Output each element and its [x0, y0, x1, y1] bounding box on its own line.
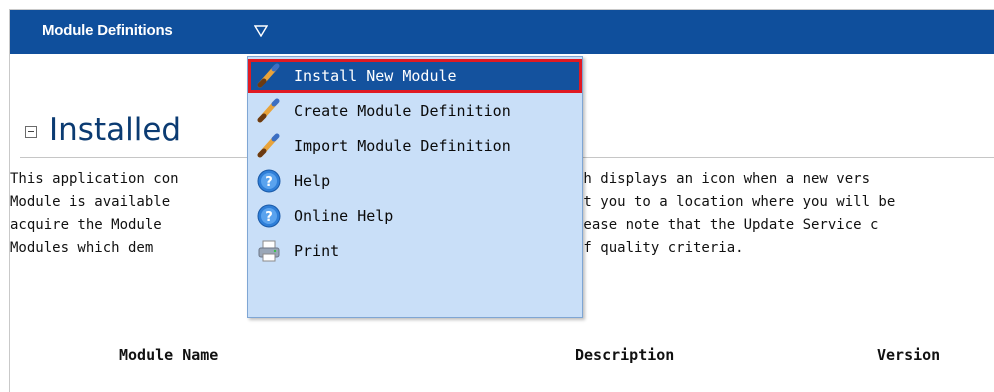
module-title[interactable]: Module Definitions	[42, 22, 173, 39]
column-header-description[interactable]: Description	[575, 346, 674, 364]
svg-text:?: ?	[265, 175, 273, 190]
menu-item-online-help[interactable]: ? Online Help	[248, 199, 582, 233]
description-line: acquire the Module	[10, 217, 162, 233]
description-line: of quality criteria.	[575, 240, 744, 256]
menu-item-label: Import Module Definition	[294, 137, 511, 155]
pencil-icon	[257, 133, 280, 158]
menu-item-import-module-definition[interactable]: Import Module Definition	[248, 129, 582, 163]
description-line: lease note that the Update Service c	[575, 217, 879, 233]
menu-item-help[interactable]: ? Help	[248, 164, 582, 198]
menu-item-label: Install New Module	[294, 67, 457, 85]
menu-item-label: Create Module Definition	[294, 102, 511, 120]
pencil-icon	[257, 98, 280, 123]
printer-icon	[258, 240, 280, 262]
description-line: This application con	[10, 171, 179, 187]
menu-item-print[interactable]: Print	[248, 234, 582, 268]
description-line: Module is available	[10, 194, 171, 210]
module-definitions-panel: Module Definitions Installed This applic…	[9, 9, 994, 392]
column-header-module-name[interactable]: Module Name	[119, 346, 218, 364]
minus-box-icon[interactable]	[25, 126, 37, 138]
menu-item-create-module-definition[interactable]: Create Module Definition	[248, 94, 582, 128]
help-icon: ?	[257, 169, 281, 193]
menu-item-label: Online Help	[294, 207, 394, 225]
svg-text:?: ?	[265, 210, 273, 225]
help-icon: ?	[257, 204, 281, 228]
module-title-bar[interactable]: Module Definitions	[10, 10, 994, 54]
pencil-icon	[257, 63, 280, 88]
module-actions-menu: Install New Module Create Module Definit…	[247, 56, 583, 318]
description-line: ct you to a location where you will be	[575, 194, 896, 210]
description-line: ch displays an icon when a new vers	[575, 171, 871, 187]
triangle-down-outline-icon[interactable]	[254, 25, 268, 37]
menu-item-label: Help	[294, 172, 331, 190]
column-header-version[interactable]: Version	[877, 346, 940, 364]
menu-item-label: Print	[294, 242, 340, 260]
description-line: Modules which dem	[10, 240, 154, 256]
menu-item-install-new-module[interactable]: Install New Module	[248, 59, 582, 93]
section-heading: Installed	[49, 112, 182, 148]
installed-heading: Installed	[25, 108, 181, 152]
